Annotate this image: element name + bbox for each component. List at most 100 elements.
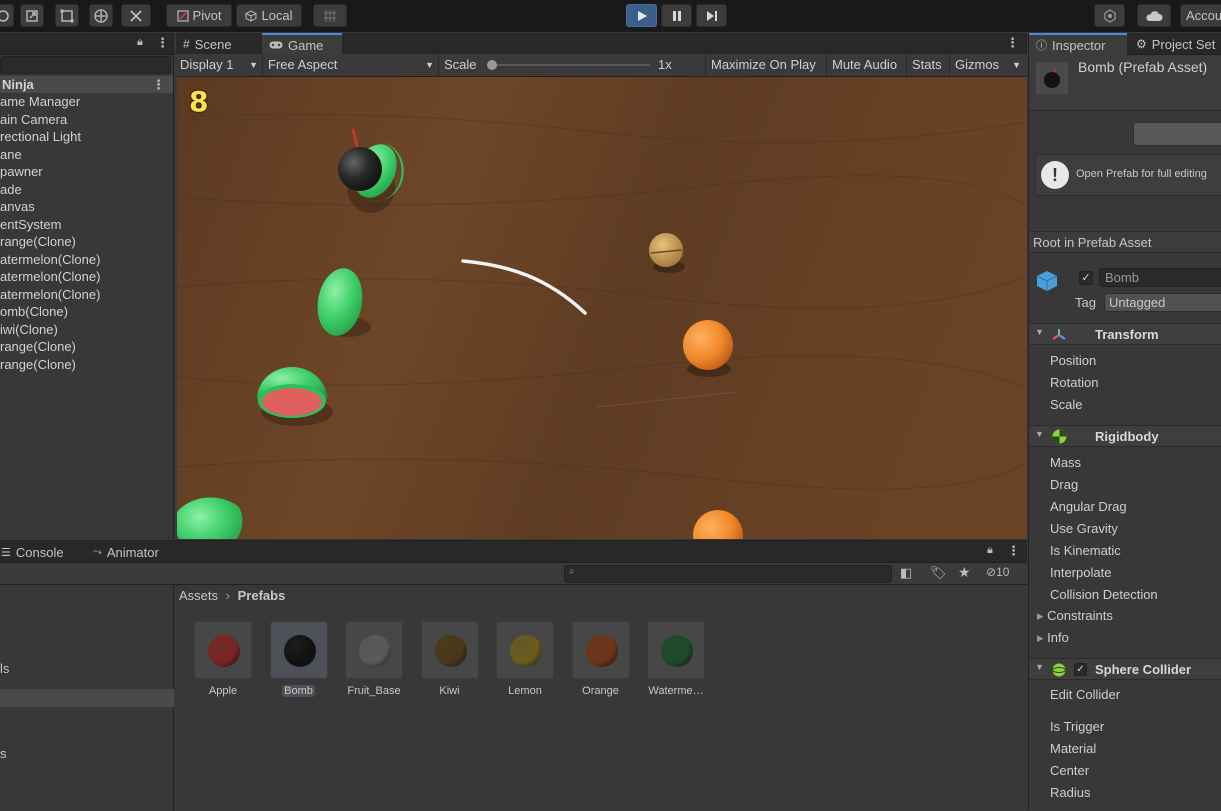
sphere-collider-component-header[interactable]: ▼ ✓ Sphere Collider	[1029, 658, 1221, 680]
hierarchy-item[interactable]: entSystem	[0, 216, 173, 233]
asset-item[interactable]: Lemon	[494, 621, 556, 701]
hierarchy-item[interactable]: range(Clone)	[0, 356, 173, 373]
hierarchy-item[interactable]: anvas	[0, 198, 173, 215]
game-viewport[interactable]: 8	[177, 77, 1027, 539]
hierarchy-item[interactable]: rectional Light	[0, 128, 173, 145]
folder-tree-item[interactable]: ls	[0, 661, 9, 676]
scale-slider-thumb[interactable]	[487, 60, 497, 70]
hierarchy-item[interactable]: omb(Clone)	[0, 303, 173, 320]
rotate-tool-icon[interactable]	[0, 4, 14, 27]
rigidbody-component-header[interactable]: ▼ Rigidbody	[1029, 425, 1221, 447]
tab-scene[interactable]: # Scene	[176, 33, 262, 55]
hierarchy-item[interactable]: range(Clone)	[0, 338, 173, 355]
open-prefab-button[interactable]	[1133, 122, 1221, 146]
filter-by-label-icon[interactable]: 🏷︎	[930, 565, 947, 581]
folder-tree-item[interactable]: s	[0, 746, 7, 761]
sphere-collider-field-label[interactable]: Is Trigger	[1050, 717, 1104, 737]
hidden-packages-toggle[interactable]: ⊘10	[986, 565, 1009, 579]
rigidbody-field-label[interactable]: Use Gravity	[1050, 519, 1118, 539]
tab-console[interactable]: ☰ Console	[0, 541, 74, 563]
hierarchy-item[interactable]: pawner	[0, 163, 173, 180]
scale-slider-track[interactable]	[490, 64, 650, 66]
lock-icon[interactable]: 🔒︎	[987, 544, 993, 557]
hierarchy-search-input[interactable]	[0, 56, 171, 74]
favorites-star-icon[interactable]: ★	[958, 564, 971, 581]
display-dropdown[interactable]: Display 1 ▼	[176, 54, 263, 76]
edit-collider-button[interactable]: Edit Collider	[1050, 685, 1120, 705]
tab-scene-label: Scene	[194, 36, 232, 52]
hierarchy-item[interactable]: atermelon(Clone)	[0, 251, 173, 268]
rigidbody-field-label[interactable]: Interpolate	[1050, 563, 1111, 583]
hierarchy-item[interactable]: ade	[0, 181, 173, 198]
tag-dropdown[interactable]: Untagged	[1104, 293, 1221, 312]
transform-tool-icon[interactable]	[89, 4, 113, 27]
breadcrumb-prefabs[interactable]: Prefabs	[238, 588, 286, 603]
lock-icon[interactable]: 🔒︎	[137, 36, 143, 49]
pause-button[interactable]	[661, 4, 692, 27]
rigidbody-field-label[interactable]: Mass	[1050, 453, 1081, 473]
tab-game[interactable]: Game	[262, 33, 342, 55]
hierarchy-item[interactable]: ain Camera	[0, 111, 173, 128]
folder-tree-selected-row[interactable]	[0, 689, 174, 707]
game-scene[interactable]	[177, 77, 1027, 539]
pivot-toggle[interactable]: Pivot	[166, 4, 232, 27]
asset-item[interactable]: Orange	[570, 621, 632, 701]
transform-component-header[interactable]: ▼ Transform	[1029, 323, 1221, 345]
tab-project-settings[interactable]: ⚙ Project Set	[1129, 33, 1221, 55]
hierarchy-item[interactable]: iwi(Clone)	[0, 321, 173, 338]
rigidbody-foldout[interactable]: ▸ Info	[1037, 628, 1069, 648]
hierarchy-item[interactable]: range(Clone)	[0, 233, 173, 250]
asset-item[interactable]: Bomb	[268, 621, 330, 701]
rect-tool-icon[interactable]	[55, 4, 79, 27]
scale-tool-icon[interactable]	[20, 4, 44, 27]
aspect-dropdown[interactable]: Free Aspect ▼	[264, 54, 439, 76]
asset-item[interactable]: Fruit_Base	[343, 621, 405, 701]
cloud-icon[interactable]	[1137, 4, 1171, 27]
local-toggle[interactable]: Local	[236, 4, 302, 27]
asset-item[interactable]: Apple	[192, 621, 254, 701]
kebab-menu-icon[interactable]: ⋮	[156, 35, 169, 51]
rigidbody-field-label[interactable]: Angular Drag	[1050, 497, 1127, 517]
asset-item[interactable]: Kiwi	[419, 621, 481, 701]
tab-animator[interactable]: ⤳ Animator	[86, 541, 176, 563]
tab-inspector[interactable]: ⓘ Inspector	[1029, 33, 1127, 55]
scale-value: 1x	[658, 57, 672, 72]
game-menu-icon[interactable]: ⋮	[1006, 35, 1019, 51]
maximize-on-play-toggle[interactable]: Maximize On Play	[707, 54, 827, 76]
account-dropdown[interactable]: Accou	[1180, 4, 1221, 27]
step-button[interactable]	[696, 4, 727, 27]
filter-by-type-icon[interactable]: ◧	[900, 565, 912, 581]
gizmos-dropdown[interactable]: Gizmos ▼	[951, 54, 1027, 76]
rigidbody-field-label[interactable]: Collision Detection	[1050, 585, 1158, 605]
transform-field-label[interactable]: Scale	[1050, 395, 1083, 415]
hierarchy-item[interactable]: ane	[0, 146, 173, 163]
scene-menu-icon[interactable]: ⋮	[152, 76, 165, 93]
hierarchy-item[interactable]: ame Manager	[0, 93, 173, 110]
grid-snap-icon[interactable]	[313, 4, 347, 27]
rigidbody-field-label[interactable]: Is Kinematic	[1050, 541, 1121, 561]
collab-icon[interactable]	[1094, 4, 1125, 27]
project-search-input[interactable]: ⌕	[564, 565, 892, 583]
inspector-asset-header: Bomb (Prefab Asset)	[1029, 55, 1221, 111]
sphere-collider-enabled-checkbox[interactable]: ✓	[1074, 663, 1087, 676]
sphere-collider-field-label[interactable]: Center	[1050, 761, 1089, 781]
hierarchy-item[interactable]: atermelon(Clone)	[0, 268, 173, 285]
hierarchy-item[interactable]: atermelon(Clone)	[0, 286, 173, 303]
object-name-field[interactable]: Bomb	[1099, 268, 1221, 287]
rigidbody-field-label[interactable]: Drag	[1050, 475, 1078, 495]
sphere-collider-field-label[interactable]: Material	[1050, 739, 1096, 759]
rigidbody-foldout[interactable]: ▸ Constraints	[1037, 606, 1113, 626]
stats-toggle[interactable]: Stats	[908, 54, 950, 76]
play-button[interactable]	[626, 4, 657, 27]
transform-field-label[interactable]: Position	[1050, 351, 1096, 371]
kebab-menu-icon[interactable]: ⋮	[1007, 543, 1020, 559]
transform-field-label[interactable]: Rotation	[1050, 373, 1098, 393]
asset-item[interactable]: Waterme…	[645, 621, 707, 701]
custom-tools-icon[interactable]	[121, 4, 151, 27]
sphere-collider-field-label[interactable]: Radius	[1050, 783, 1090, 803]
active-checkbox[interactable]: ✓	[1079, 271, 1093, 285]
breadcrumb-assets[interactable]: Assets	[179, 588, 218, 603]
scale-slider[interactable]: Scale 1x	[440, 54, 706, 76]
scene-header-row[interactable]: Ninja ⋮	[0, 76, 173, 93]
mute-audio-toggle[interactable]: Mute Audio	[828, 54, 907, 76]
